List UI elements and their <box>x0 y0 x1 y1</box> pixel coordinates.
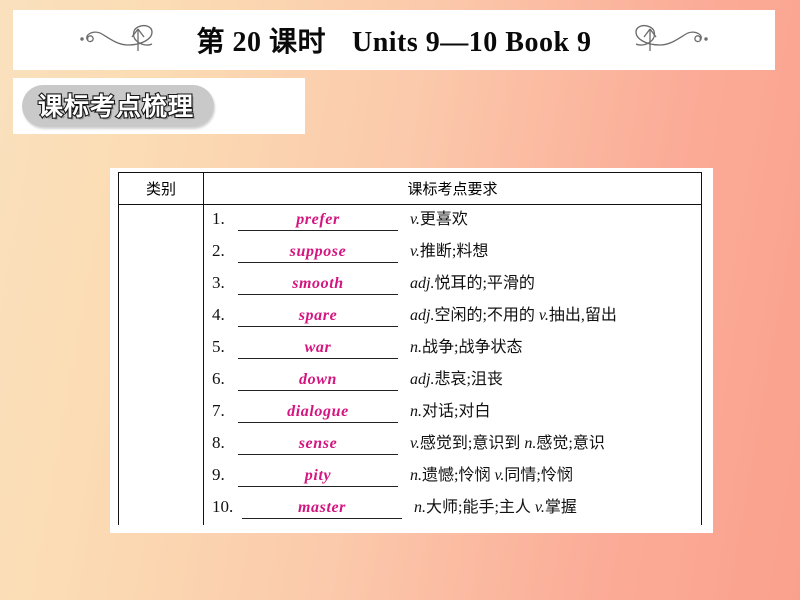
vocabulary-table-panel: 类别 课标考点要求 1. prefer v.更喜欢 2. suppose v.推… <box>110 168 713 533</box>
entry-number: 2. <box>212 241 225 260</box>
vocab-entry-6: 6. down adj.悲哀;沮丧 <box>203 365 702 397</box>
table-row: 3. smooth adj.悦耳的;平滑的 <box>119 269 702 301</box>
entry-number: 10. <box>212 497 234 516</box>
table-head: 类别 课标考点要求 <box>118 172 702 205</box>
entry-meaning: adj.悦耳的;平滑的 <box>410 275 535 292</box>
table-row: 6. down adj.悲哀;沮丧 <box>119 365 702 397</box>
section-title-text: 课标考点梳理 <box>37 91 195 121</box>
answer-blank[interactable]: master <box>242 499 402 519</box>
entry-number: 1. <box>212 209 225 228</box>
vocab-entry-7: 7. dialogue n.对话;对白 <box>203 397 702 429</box>
entry-number: 7. <box>212 401 225 420</box>
section-header-band: 课标考点梳理 <box>13 78 305 134</box>
entry-meaning: n.遗憾;怜悯 v.同情;怜悯 <box>410 467 573 484</box>
entry-meaning: v.感觉到;意识到 n.感觉;意识 <box>410 435 605 452</box>
answer-blank[interactable]: suppose <box>238 243 398 263</box>
entry-meaning: n.对话;对白 <box>410 403 491 420</box>
table-body: 1. prefer v.更喜欢 2. suppose v.推断;料想 3. sm… <box>118 204 702 525</box>
vocab-entry-4: 4. spare adj.空闲的;不用的 v.抽出,留出 <box>203 301 702 333</box>
table-row: 1. prefer v.更喜欢 <box>118 204 702 525</box>
answer-blank[interactable]: down <box>238 371 398 391</box>
entry-meaning: v.更喜欢 <box>410 211 468 228</box>
answer-blank[interactable]: dialogue <box>238 403 398 423</box>
title-banner: 第 20 课时 Units 9—10 Book 9 <box>13 10 775 70</box>
answer-blank[interactable]: war <box>238 339 398 359</box>
flourish-swirl-left-icon <box>80 21 180 60</box>
entry-meaning: n.战争;战争状态 <box>410 339 523 356</box>
category-cell <box>118 204 204 525</box>
table-row: 2. suppose v.推断;料想 <box>119 237 702 269</box>
title-banner-content: 第 20 课时 Units 9—10 Book 9 <box>80 20 708 60</box>
vocab-entry-1: 1. prefer v.更喜欢 <box>203 204 702 237</box>
vocab-entry-9: 9. pity n.遗憾;怜悯 v.同情;怜悯 <box>203 461 702 493</box>
vocab-entry-3: 3. smooth adj.悦耳的;平滑的 <box>203 269 702 301</box>
vocab-entry-10: 10. master n.大师;能手;主人 v.掌握 <box>203 493 702 525</box>
table-row: 10. master n.大师;能手;主人 v.掌握 <box>119 493 702 525</box>
answer-blank[interactable]: sense <box>238 435 398 455</box>
answer-blank[interactable]: spare <box>238 307 398 327</box>
section-title-badge: 课标考点梳理 <box>22 85 215 127</box>
entry-meaning: v.推断;料想 <box>410 243 489 260</box>
answer-blank[interactable]: pity <box>238 467 398 487</box>
entry-meaning: adj.空闲的;不用的 v.抽出,留出 <box>410 307 617 324</box>
entry-number: 9. <box>212 465 225 484</box>
units-book: Units 9—10 Book 9 <box>351 27 592 58</box>
entry-number: 3. <box>212 273 225 292</box>
flourish-swirl-right-icon <box>608 21 708 60</box>
answer-blank[interactable]: smooth <box>238 275 398 295</box>
table-row: 7. dialogue n.对话;对白 <box>119 397 702 429</box>
entry-meaning: n.大师;能手;主人 v.掌握 <box>414 499 577 516</box>
entry-number: 4. <box>212 305 225 324</box>
entry-meaning: adj.悲哀;沮丧 <box>410 371 503 388</box>
table-row: 4. spare adj.空闲的;不用的 v.抽出,留出 <box>119 301 702 333</box>
column-header-category: 类别 <box>118 172 204 205</box>
entry-number: 6. <box>212 369 225 388</box>
entry-number: 8. <box>212 433 225 452</box>
vocab-entry-2: 2. suppose v.推断;料想 <box>203 237 702 269</box>
vocabulary-table: 类别 课标考点要求 1. prefer v.更喜欢 2. suppose v.推… <box>118 172 702 525</box>
table-row: 9. pity n.遗憾;怜悯 v.同情;怜悯 <box>119 461 702 493</box>
table-row: 5. war n.战争;战争状态 <box>119 333 702 365</box>
table-header-row: 类别 课标考点要求 <box>118 172 702 205</box>
entry-number: 5. <box>212 337 225 356</box>
page-title: 第 20 课时 Units 9—10 Book 9 <box>184 20 603 60</box>
vocab-entry-8: 8. sense v.感觉到;意识到 n.感觉;意识 <box>203 429 702 461</box>
column-header-requirement: 课标考点要求 <box>203 172 702 205</box>
lesson-number: 第 20 课时 <box>196 27 326 58</box>
vocab-entry-5: 5. war n.战争;战争状态 <box>203 333 702 365</box>
answer-blank[interactable]: prefer <box>238 211 398 231</box>
table-row: 8. sense v.感觉到;意识到 n.感觉;意识 <box>119 429 702 461</box>
